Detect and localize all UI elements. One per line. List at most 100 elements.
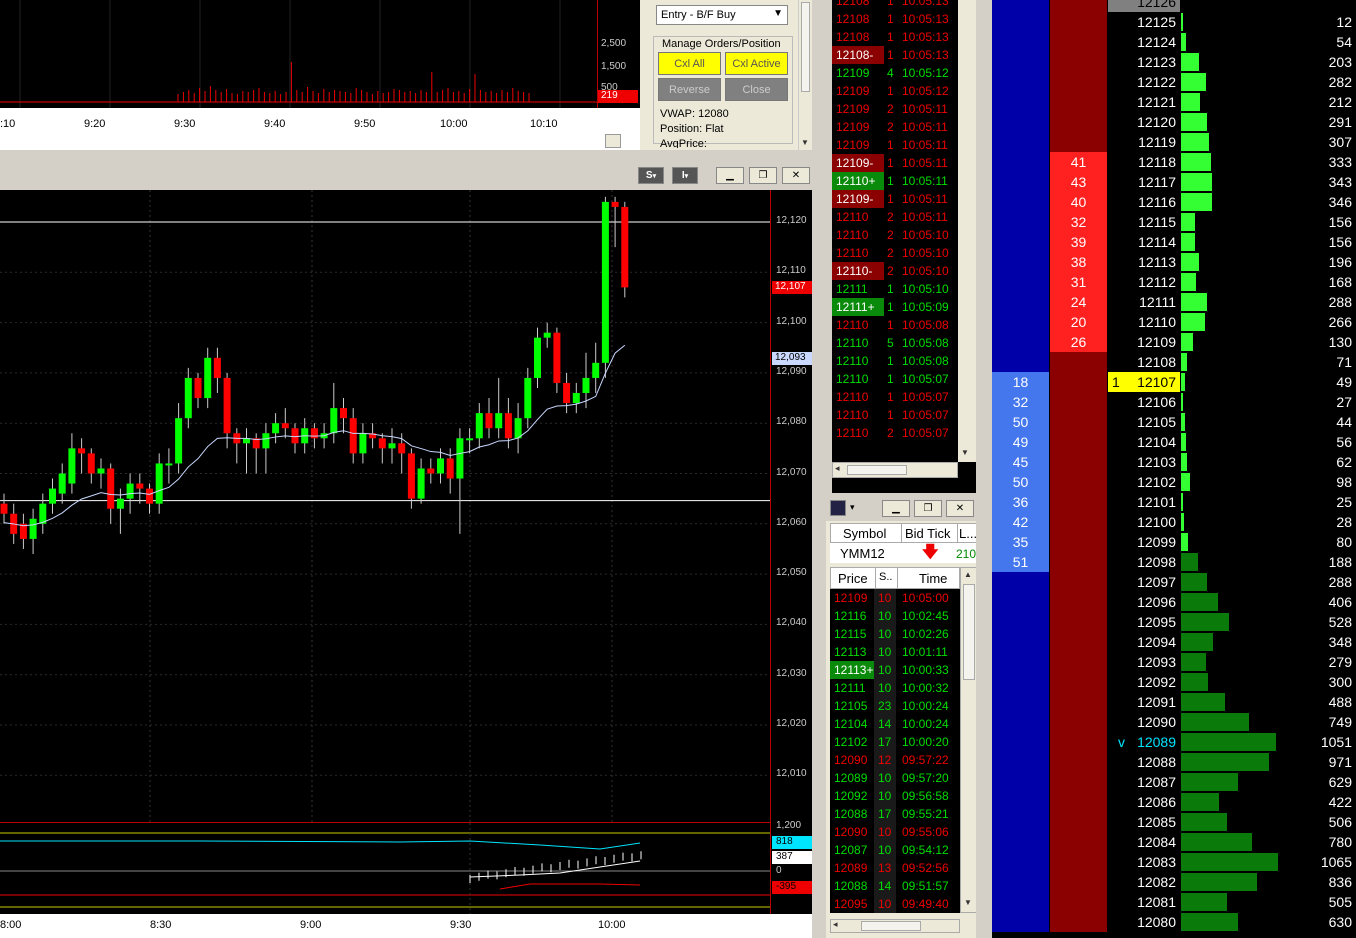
ask-cell[interactable] xyxy=(1050,772,1107,792)
bid-cell[interactable]: 42 xyxy=(992,512,1049,532)
trade-row[interactable]: 12088 17 09:55:21 xyxy=(830,805,960,823)
ask-cell[interactable] xyxy=(1050,712,1107,732)
ask-cell[interactable] xyxy=(1050,672,1107,692)
ladder-row[interactable]: 36 12101 25 xyxy=(992,492,1356,512)
ask-cell[interactable] xyxy=(1050,52,1107,72)
ladder-row[interactable]: 12092 300 xyxy=(992,672,1356,692)
indicator-pane[interactable] xyxy=(0,822,770,915)
ask-cell[interactable] xyxy=(1050,92,1107,112)
bid-cell[interactable] xyxy=(992,272,1049,292)
scroll-thumb[interactable] xyxy=(847,465,907,475)
trades-list[interactable]: 12109 10 10:05:00 12116 10 10:02:45 12115 10 10:… xyxy=(830,589,960,913)
bid-cell[interactable] xyxy=(992,612,1049,632)
style-button[interactable]: S ▾ xyxy=(638,167,664,184)
bid-cell[interactable] xyxy=(992,632,1049,652)
bid-cell[interactable] xyxy=(992,752,1049,772)
ask-cell[interactable] xyxy=(1050,692,1107,712)
time-sales-row[interactable]: 12110 1 10:05:07 xyxy=(832,406,958,424)
bid-cell[interactable] xyxy=(992,0,1049,12)
bid-cell[interactable]: 50 xyxy=(992,412,1049,432)
app-icon[interactable] xyxy=(830,500,846,516)
price-cell[interactable]: 12087 xyxy=(1108,772,1180,792)
ladder-row[interactable]: 12121 212 xyxy=(992,92,1356,112)
price-cell[interactable]: 12108 xyxy=(1108,352,1180,372)
ladder-row[interactable]: 12088 971 xyxy=(992,752,1356,772)
top-volume-chart[interactable]: 2,500 1,500 500 219 :10 9:20 9:30 9:40 9… xyxy=(0,0,640,150)
ask-cell[interactable] xyxy=(1050,132,1107,152)
bid-cell[interactable] xyxy=(992,152,1049,172)
ask-cell[interactable] xyxy=(1050,352,1107,372)
ladder-row[interactable]: 12093 279 xyxy=(992,652,1356,672)
ask-cell[interactable] xyxy=(1050,12,1107,32)
bid-cell[interactable] xyxy=(992,852,1049,872)
ask-cell[interactable]: 40 xyxy=(1050,192,1107,212)
bid-cell[interactable] xyxy=(992,72,1049,92)
trade-row[interactable]: 12089 10 09:57:20 xyxy=(830,769,960,787)
ladder-row[interactable]: 12124 54 xyxy=(992,32,1356,52)
bid-cell[interactable] xyxy=(992,132,1049,152)
price-cell[interactable]: 12086 xyxy=(1108,792,1180,812)
column-header[interactable]: L... xyxy=(959,526,977,541)
bid-cell[interactable] xyxy=(992,832,1049,852)
ask-cell[interactable] xyxy=(1050,32,1107,52)
ask-cell[interactable]: 20 xyxy=(1050,312,1107,332)
ask-cell[interactable] xyxy=(1050,592,1107,612)
ask-cell[interactable] xyxy=(1050,372,1107,392)
bid-cell[interactable] xyxy=(992,672,1049,692)
bid-cell[interactable] xyxy=(992,912,1049,932)
bid-cell[interactable] xyxy=(992,32,1049,52)
trade-row[interactable]: 12104 14 10:00:24 xyxy=(830,715,960,733)
price-cell[interactable]: 12120 xyxy=(1108,112,1180,132)
ladder-row[interactable]: 50 12102 98 xyxy=(992,472,1356,492)
bid-cell[interactable] xyxy=(992,292,1049,312)
time-and-sales-list[interactable]: 12108 1 10:05:13 12108 1 10:05:13 12108 1 10:05:… xyxy=(832,0,958,462)
minimize-icon[interactable]: ▁ xyxy=(716,167,744,184)
bid-cell[interactable] xyxy=(992,92,1049,112)
trade-row[interactable]: 12109 10 10:05:00 xyxy=(830,589,960,607)
bid-cell[interactable]: 32 xyxy=(992,392,1049,412)
ladder-row[interactable]: 12082 836 xyxy=(992,872,1356,892)
ask-cell[interactable] xyxy=(1050,112,1107,132)
time-sales-row[interactable]: 12110+ 1 10:05:11 xyxy=(832,172,958,190)
bid-cell[interactable] xyxy=(992,712,1049,732)
ladder-row[interactable]: 12084 780 xyxy=(992,832,1356,852)
chevron-down-icon[interactable]: ▼ xyxy=(961,448,969,457)
scroll-thumb[interactable] xyxy=(963,584,975,680)
ladder-row[interactable]: 26 12109 130 xyxy=(992,332,1356,352)
ladder-row[interactable]: 12080 630 xyxy=(992,912,1356,932)
ladder-row[interactable]: 51 12098 188 xyxy=(992,552,1356,572)
ladder-row[interactable]: 45 12103 62 xyxy=(992,452,1356,472)
price-cell[interactable]: 12092 xyxy=(1108,672,1180,692)
time-sales-row[interactable]: 12109 2 10:05:11 xyxy=(832,118,958,136)
price-cell[interactable]: 12099 xyxy=(1108,532,1180,552)
ask-cell[interactable] xyxy=(1050,472,1107,492)
price-cell[interactable]: 12109 xyxy=(1108,332,1180,352)
ladder-row[interactable]: 12097 288 xyxy=(992,572,1356,592)
time-sales-row[interactable]: 12109 2 10:05:11 xyxy=(832,100,958,118)
ask-cell[interactable]: 31 xyxy=(1050,272,1107,292)
price-cell[interactable]: 12104 xyxy=(1108,432,1180,452)
time-sales-row[interactable]: 12110 1 10:05:07 xyxy=(832,388,958,406)
ask-cell[interactable] xyxy=(1050,892,1107,912)
time-sales-scrollbar[interactable]: ▼ xyxy=(958,0,976,462)
chevron-down-icon[interactable]: ▼ xyxy=(964,898,972,907)
bid-cell[interactable] xyxy=(992,232,1049,252)
ladder-row[interactable]: 12081 505 xyxy=(992,892,1356,912)
ladder-row[interactable]: 43 12117 343 xyxy=(992,172,1356,192)
trade-row[interactable]: 12088 14 09:51:57 xyxy=(830,877,960,895)
price-cell[interactable]: 1 12107 xyxy=(1108,372,1180,392)
column-header[interactable]: Bid Tick xyxy=(905,526,951,541)
price-cell[interactable]: 12103 xyxy=(1108,452,1180,472)
price-cell[interactable]: 12102 xyxy=(1108,472,1180,492)
time-sales-row[interactable]: 12110 2 10:05:10 xyxy=(832,226,958,244)
ask-cell[interactable]: 32 xyxy=(1050,212,1107,232)
ladder-row[interactable]: 24 12111 288 xyxy=(992,292,1356,312)
price-cell[interactable]: 12122 xyxy=(1108,72,1180,92)
price-cell[interactable]: 12080 xyxy=(1108,912,1180,932)
ask-cell[interactable]: 26 xyxy=(1050,332,1107,352)
bid-cell[interactable]: 18 xyxy=(992,372,1049,392)
price-cell[interactable]: 12081 xyxy=(1108,892,1180,912)
bid-cell[interactable] xyxy=(992,212,1049,232)
price-cell[interactable]: 12084 xyxy=(1108,832,1180,852)
time-sales-row[interactable]: 12110 5 10:05:08 xyxy=(832,334,958,352)
